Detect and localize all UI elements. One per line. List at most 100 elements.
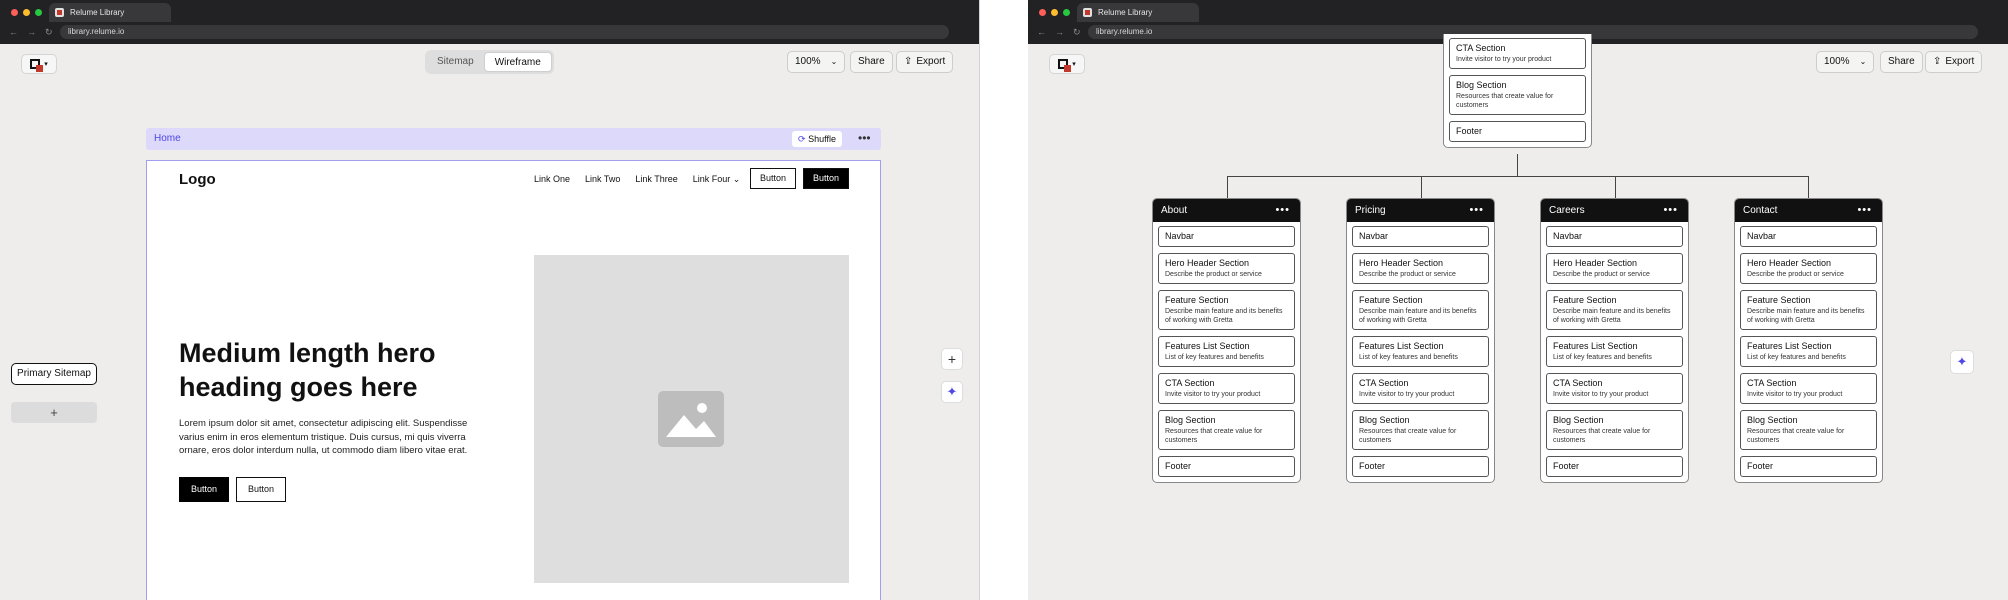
section-block[interactable]: Navbar: [1546, 226, 1683, 247]
section-block[interactable]: Blog Section Resources that create value …: [1158, 410, 1295, 450]
ai-sparkle-icon[interactable]: ✦: [941, 381, 963, 403]
section-block[interactable]: Feature Section Describe main feature and…: [1352, 290, 1489, 330]
nav-link-two[interactable]: Link Two: [585, 174, 620, 185]
section-block[interactable]: CTA Section Invite visitor to try your pr…: [1352, 373, 1489, 404]
wireframe-nav: Link One Link Two Link Three Link Four ⌄: [534, 174, 740, 185]
tab-wireframe[interactable]: Wireframe: [483, 52, 552, 72]
section-desc: Invite visitor to try your product: [1456, 56, 1552, 63]
nav-link-one[interactable]: Link One: [534, 174, 570, 185]
section-title: Footer: [1165, 461, 1192, 471]
section-block[interactable]: CTA Section Invite visitor to try your pr…: [1158, 373, 1295, 404]
back-icon[interactable]: ←: [1037, 27, 1046, 37]
browser-tab[interactable]: Relume Library: [1077, 3, 1199, 22]
page-card-pricing[interactable]: Pricing ••• Navbar Hero Header Section Descr…: [1346, 198, 1495, 483]
shuffle-button[interactable]: ⟳ Shuffle: [792, 131, 842, 147]
window-controls: [1039, 9, 1070, 16]
nav-secondary-button[interactable]: Button: [750, 168, 796, 189]
home-page-card[interactable]: CTA Section Invite visitor to try your pr…: [1443, 34, 1592, 148]
section-block[interactable]: Hero Header Section Describe the product …: [1546, 253, 1683, 284]
section-block[interactable]: Footer: [1449, 121, 1586, 142]
export-button[interactable]: ⇪ Export: [1925, 51, 1983, 73]
breadcrumb-home[interactable]: Home: [154, 128, 181, 150]
section-block[interactable]: Feature Section Describe main feature and…: [1158, 290, 1295, 330]
ai-sparkle-icon[interactable]: ✦: [1950, 350, 1974, 374]
back-icon[interactable]: ←: [9, 27, 18, 37]
section-desc: Resources that create value for customer…: [1456, 93, 1554, 109]
more-icon[interactable]: •••: [1663, 199, 1678, 222]
more-icon[interactable]: •••: [1857, 199, 1872, 222]
add-section-button[interactable]: +: [941, 348, 963, 370]
nav-link-three[interactable]: Link Three: [635, 174, 677, 185]
upload-icon: ⇪: [904, 56, 913, 67]
page-card-contact[interactable]: Contact ••• Navbar Hero Header Section Descr…: [1734, 198, 1883, 483]
section-block[interactable]: Feature Section Describe main feature and…: [1546, 290, 1683, 330]
nav-link-four[interactable]: Link Four ⌄: [693, 174, 741, 185]
hero-secondary-button[interactable]: Button: [236, 477, 286, 502]
more-icon[interactable]: •••: [1469, 199, 1484, 222]
share-button[interactable]: Share: [850, 51, 893, 73]
section-block[interactable]: Features List Section List of key feature…: [1740, 336, 1877, 367]
section-block[interactable]: Blog Section Resources that create value …: [1352, 410, 1489, 450]
zoom-select[interactable]: 100% ⌄: [1816, 51, 1875, 73]
app-menu-button[interactable]: ▾: [21, 54, 57, 74]
section-block[interactable]: Footer: [1740, 456, 1877, 477]
add-sitemap-button[interactable]: +: [11, 402, 97, 423]
section-block[interactable]: Navbar: [1158, 226, 1295, 247]
section-title: Blog Section: [1456, 80, 1507, 90]
section-block[interactable]: Blog Section Resources that create value …: [1546, 410, 1683, 450]
minimize-dot[interactable]: [1051, 9, 1058, 16]
minimize-dot[interactable]: [23, 9, 30, 16]
section-block[interactable]: CTA Section Invite visitor to try your pr…: [1546, 373, 1683, 404]
section-block[interactable]: Features List Section List of key feature…: [1352, 336, 1489, 367]
section-block[interactable]: Hero Header Section Describe the product …: [1740, 253, 1877, 284]
nav-primary-button[interactable]: Button: [803, 168, 849, 189]
more-icon[interactable]: •••: [1275, 199, 1290, 222]
section-desc: Resources that create value for customer…: [1747, 428, 1845, 444]
section-block[interactable]: Blog Section Resources that create value …: [1740, 410, 1877, 450]
section-block[interactable]: Features List Section List of key feature…: [1158, 336, 1295, 367]
section-desc: Resources that create value for customer…: [1553, 428, 1651, 444]
maximize-dot[interactable]: [1063, 9, 1070, 16]
page-card-header: Pricing •••: [1347, 199, 1494, 222]
tab-title: Relume Library: [1098, 8, 1153, 17]
section-block[interactable]: Features List Section List of key feature…: [1546, 336, 1683, 367]
page-card-about[interactable]: About ••• Navbar Hero Header Section Describ…: [1152, 198, 1301, 483]
close-dot[interactable]: [1039, 9, 1046, 16]
section-block[interactable]: Navbar: [1352, 226, 1489, 247]
tab-sitemap[interactable]: Sitemap: [427, 52, 484, 72]
section-title: Blog Section: [1553, 415, 1604, 425]
section-block[interactable]: Navbar: [1740, 226, 1877, 247]
section-title: Blog Section: [1359, 415, 1410, 425]
export-button[interactable]: ⇪ Export: [896, 51, 954, 73]
section-block[interactable]: Footer: [1158, 456, 1295, 477]
more-icon[interactable]: •••: [858, 128, 871, 148]
canvas-tools: + ✦: [941, 348, 963, 403]
forward-icon[interactable]: →: [27, 27, 36, 37]
address-bar[interactable]: library.relume.io: [60, 25, 949, 39]
primary-sitemap-button[interactable]: Primary Sitemap: [11, 363, 97, 385]
home-sections: CTA Section Invite visitor to try your pr…: [1444, 34, 1591, 147]
section-block[interactable]: Footer: [1352, 456, 1489, 477]
browser-tab[interactable]: Relume Library: [49, 3, 171, 22]
section-block[interactable]: CTA Section Invite visitor to try your pr…: [1740, 373, 1877, 404]
page-card-careers[interactable]: Careers ••• Navbar Hero Header Section Descr…: [1540, 198, 1689, 483]
section-block[interactable]: Hero Header Section Describe the product …: [1352, 253, 1489, 284]
zoom-select[interactable]: 100% ⌄: [787, 51, 846, 73]
share-button[interactable]: Share: [1880, 51, 1923, 73]
hero-primary-button[interactable]: Button: [179, 477, 229, 502]
close-dot[interactable]: [11, 9, 18, 16]
maximize-dot[interactable]: [35, 9, 42, 16]
relume-favicon-icon: [55, 8, 64, 17]
forward-icon[interactable]: →: [1055, 27, 1064, 37]
section-block[interactable]: Blog Section Resources that create value …: [1449, 75, 1586, 115]
page-sections: Navbar Hero Header Section Describe the pr…: [1347, 222, 1494, 482]
shuffle-icon: ⟳: [798, 134, 806, 144]
section-block[interactable]: CTA Section Invite visitor to try your pr…: [1449, 38, 1586, 69]
app-menu-button[interactable]: ▾: [1049, 54, 1085, 74]
section-block[interactable]: Footer: [1546, 456, 1683, 477]
reload-icon[interactable]: ↻: [1073, 27, 1081, 37]
section-block[interactable]: Hero Header Section Describe the product …: [1158, 253, 1295, 284]
reload-icon[interactable]: ↻: [45, 27, 53, 37]
section-block[interactable]: Feature Section Describe main feature and…: [1740, 290, 1877, 330]
section-title: Footer: [1747, 461, 1774, 471]
